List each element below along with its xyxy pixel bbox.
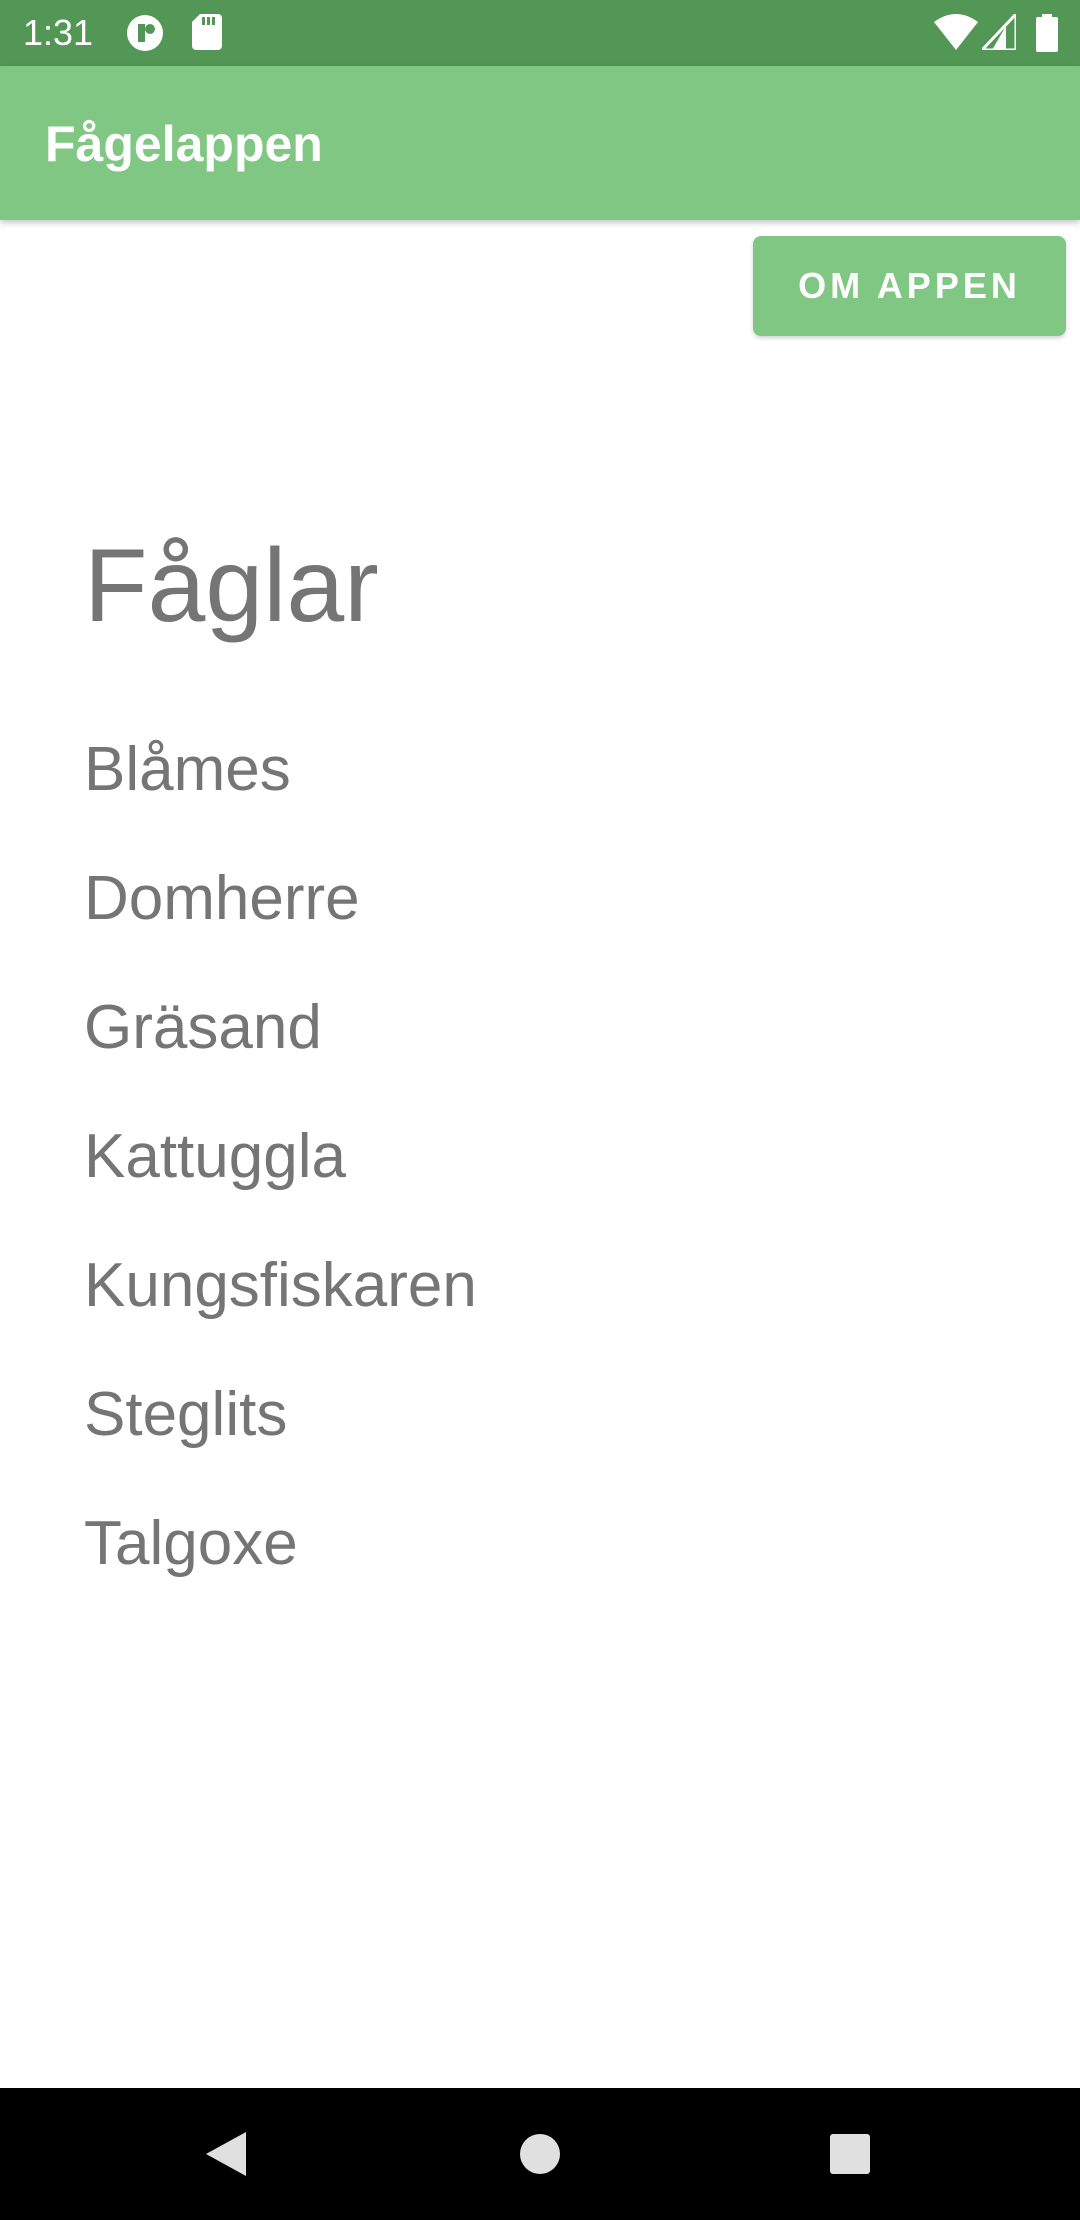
navigation-bar xyxy=(0,2088,1080,2220)
sd-card-icon xyxy=(192,14,222,50)
app-title: Fågelappen xyxy=(45,116,323,172)
about-app-button[interactable]: OM APPEN xyxy=(753,236,1066,336)
birds-heading: Fåglar xyxy=(84,528,379,644)
bird-item-steglits[interactable]: Steglits xyxy=(84,1367,477,1496)
notification-app-icon xyxy=(127,15,163,51)
home-button[interactable] xyxy=(480,2088,600,2220)
bird-item-blames[interactable]: Blåmes xyxy=(84,722,477,851)
bird-item-kattuggla[interactable]: Kattuggla xyxy=(84,1109,477,1238)
recents-icon xyxy=(830,2134,870,2174)
bird-item-grasand[interactable]: Gräsand xyxy=(84,980,477,1109)
status-bar: 1:31 xyxy=(0,0,1080,66)
home-icon xyxy=(520,2134,560,2174)
bird-item-kungsfiskaren[interactable]: Kungsfiskaren xyxy=(84,1238,477,1367)
back-button[interactable] xyxy=(166,2088,286,2220)
back-icon xyxy=(206,2132,246,2176)
wifi-icon xyxy=(934,14,978,50)
battery-icon xyxy=(1036,14,1058,52)
bird-item-domherre[interactable]: Domherre xyxy=(84,851,477,980)
bird-list: Blåmes Domherre Gräsand Kattuggla Kungsf… xyxy=(84,722,477,1625)
app-bar: Fågelappen xyxy=(0,66,1080,220)
cellular-signal-icon xyxy=(982,14,1016,50)
status-time: 1:31 xyxy=(23,12,94,53)
bird-item-talgoxe[interactable]: Talgoxe xyxy=(84,1496,477,1625)
recents-button[interactable] xyxy=(790,2088,910,2220)
